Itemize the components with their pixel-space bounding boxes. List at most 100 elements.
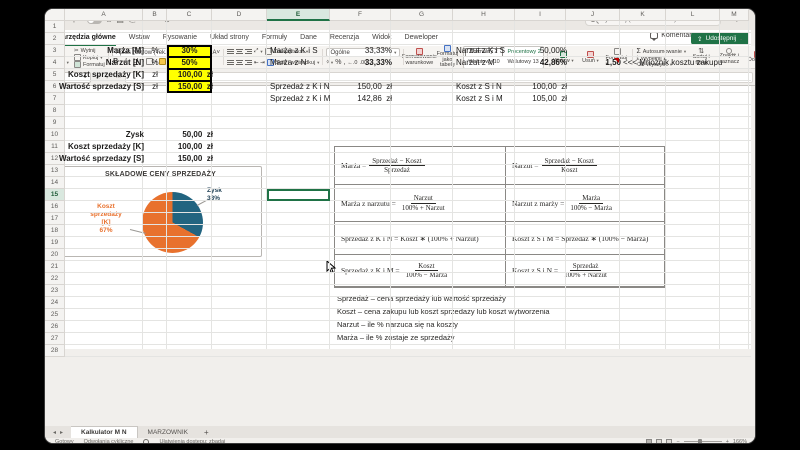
row-header-8[interactable]: 8 — [45, 105, 65, 117]
row-header-14[interactable]: 14 — [45, 177, 65, 189]
cell-A11[interactable]: Koszt sprzedaży [K] — [68, 141, 144, 153]
align-right-icon[interactable] — [244, 60, 252, 65]
row-header-20[interactable]: 20 — [45, 249, 65, 261]
column-header-J[interactable]: J — [566, 9, 620, 21]
cell-E3[interactable]: Marża z K i S — [270, 45, 318, 57]
status-circular-refs[interactable]: Odwołania cykliczne — [84, 439, 134, 444]
cell-K4[interactable]: <<< Mnożnik kosztu zakupu — [623, 57, 722, 69]
cell-B5[interactable]: zł — [143, 69, 167, 81]
column-header-L[interactable]: L — [666, 9, 720, 21]
cell-I3[interactable]: 50,00% — [540, 45, 567, 57]
row-header-7[interactable]: 7 — [45, 93, 65, 105]
row-header-24[interactable]: 24 — [45, 297, 65, 309]
row-header-2[interactable]: 2 — [45, 33, 65, 45]
row-header-26[interactable]: 26 — [45, 321, 65, 333]
cell-H3[interactable]: Narzut z K i S — [456, 45, 505, 57]
cell-C5[interactable]: 100,00 zł — [178, 69, 213, 81]
cell-I6[interactable]: 100,00 zł — [532, 81, 567, 93]
align-bottom-icon[interactable] — [244, 49, 252, 54]
cell-C10[interactable]: 50,00 zł — [182, 129, 213, 141]
cell-F3[interactable]: 33,33% — [365, 45, 392, 57]
cell-C4[interactable]: 50% — [167, 57, 212, 69]
row-header-22[interactable]: 22 — [45, 273, 65, 285]
column-header-K[interactable]: K — [620, 9, 666, 21]
row-header-17[interactable]: 17 — [45, 213, 65, 225]
sheet-nav-arrows[interactable]: ◂▸ — [45, 429, 71, 438]
row-header-18[interactable]: 18 — [45, 225, 65, 237]
zoom-out-button[interactable]: − — [676, 439, 679, 444]
row-header-5[interactable]: 5 — [45, 69, 65, 81]
cell-C6[interactable]: 150,00 zł — [178, 81, 213, 93]
selected-cell-outline[interactable] — [267, 189, 330, 201]
align-left-icon[interactable] — [226, 60, 234, 65]
view-page-layout-icon[interactable] — [656, 439, 663, 443]
row-header-21[interactable]: 21 — [45, 261, 65, 273]
status-accessibility[interactable]: Ułatwienia dostępu: zbadaj — [159, 439, 225, 444]
column-header-F[interactable]: F — [330, 9, 391, 21]
select-all-corner[interactable] — [45, 9, 65, 21]
view-page-break-icon[interactable] — [666, 439, 673, 443]
cell-E7[interactable]: Sprzedaż z K i M — [270, 93, 330, 105]
increase-decimal-button[interactable]: ←.0 — [347, 60, 357, 66]
row-header-3[interactable]: 3 — [45, 45, 65, 57]
column-header-C[interactable]: C — [167, 9, 212, 21]
cell-A5[interactable]: Koszt sprzedaży [K] — [68, 69, 144, 81]
align-middle-icon[interactable] — [235, 49, 243, 54]
conditional-formatting-button[interactable]: Formatowanie warunkowe — [402, 47, 437, 67]
cell-A3[interactable]: Marża [M] — [107, 45, 144, 57]
row-header-9[interactable]: 9 — [45, 117, 65, 129]
format-painter-button[interactable]: Formatuj — [74, 61, 105, 68]
cell-F4[interactable]: 33,33% — [365, 57, 392, 69]
column-header-A[interactable]: A — [65, 9, 143, 21]
row-header-15[interactable]: 15 — [45, 189, 65, 201]
row-header-28[interactable]: 28 — [45, 345, 65, 357]
cell-C11[interactable]: 100,00 zł — [178, 141, 213, 153]
column-header-H[interactable]: H — [453, 9, 515, 21]
zoom-slider-knob[interactable] — [697, 439, 702, 443]
cell-E4[interactable]: Marża z N — [270, 57, 306, 69]
cell-A12[interactable]: Wartość sprzedazy [S] — [59, 153, 144, 165]
cell-B6[interactable]: zł — [143, 81, 167, 93]
row-header-25[interactable]: 25 — [45, 309, 65, 321]
orientation-button[interactable]: ⤢ ▾ — [254, 48, 263, 55]
zoom-in-button[interactable]: + — [726, 439, 729, 444]
row-header-13[interactable]: 13 — [45, 165, 65, 177]
cell-B3[interactable]: % — [143, 45, 167, 57]
cell-A4[interactable]: Narzut [N] — [106, 57, 144, 69]
cell-I4[interactable]: 42,86% — [540, 57, 567, 69]
cell-style-4[interactable]: Walutowy 13 — [504, 58, 542, 67]
align-center-icon[interactable] — [235, 60, 243, 65]
sheet-tab-marzownik[interactable]: MARZOWNIK — [138, 427, 198, 438]
delete-cells-button[interactable]: Usuń ▾ — [578, 50, 602, 64]
add-sheet-button[interactable]: + — [198, 428, 215, 438]
zoom-slider[interactable] — [683, 439, 722, 443]
cell-H7[interactable]: Koszt z S i M — [456, 93, 503, 105]
row-header-19[interactable]: 19 — [45, 237, 65, 249]
row-header-4[interactable]: 4 — [45, 57, 65, 69]
column-header-B[interactable]: B — [143, 9, 167, 21]
shrink-font-button[interactable]: A˅ — [212, 50, 220, 56]
cell-A6[interactable]: Wartość sprzedazy [S] — [59, 81, 144, 93]
cell-B4[interactable]: % — [143, 57, 167, 69]
cell-C3[interactable]: 30% — [167, 45, 212, 57]
cell-E6[interactable]: Sprzedaż z K i N — [270, 81, 330, 93]
cell-F7[interactable]: 142,86 zł — [357, 93, 392, 105]
column-header-D[interactable]: D — [212, 9, 267, 21]
align-top-icon[interactable] — [226, 49, 234, 54]
column-header-E[interactable]: E — [267, 9, 330, 21]
cell-C12[interactable]: 150,00 zł — [178, 153, 213, 165]
row-header-11[interactable]: 11 — [45, 141, 65, 153]
comma-format-button[interactable]: , — [343, 59, 345, 66]
column-header-M[interactable]: M — [720, 9, 749, 21]
row-header-27[interactable]: 27 — [45, 333, 65, 345]
cell-H4[interactable]: Narzut z M — [456, 57, 495, 69]
row-header-1[interactable]: 1 — [45, 21, 65, 33]
row-header-23[interactable]: 23 — [45, 285, 65, 297]
view-normal-icon[interactable] — [646, 439, 653, 443]
cell-F6[interactable]: 150,00 zł — [357, 81, 392, 93]
column-header-G[interactable]: G — [391, 9, 453, 21]
cell-H6[interactable]: Koszt z S i N — [456, 81, 502, 93]
zoom-level[interactable]: 166% — [733, 439, 747, 444]
autosum-button[interactable]: Σ Autosumowanie ▾ — [636, 48, 686, 55]
sheet-tab-kalkulator-m-n[interactable]: Kalkulator M N — [71, 426, 138, 438]
